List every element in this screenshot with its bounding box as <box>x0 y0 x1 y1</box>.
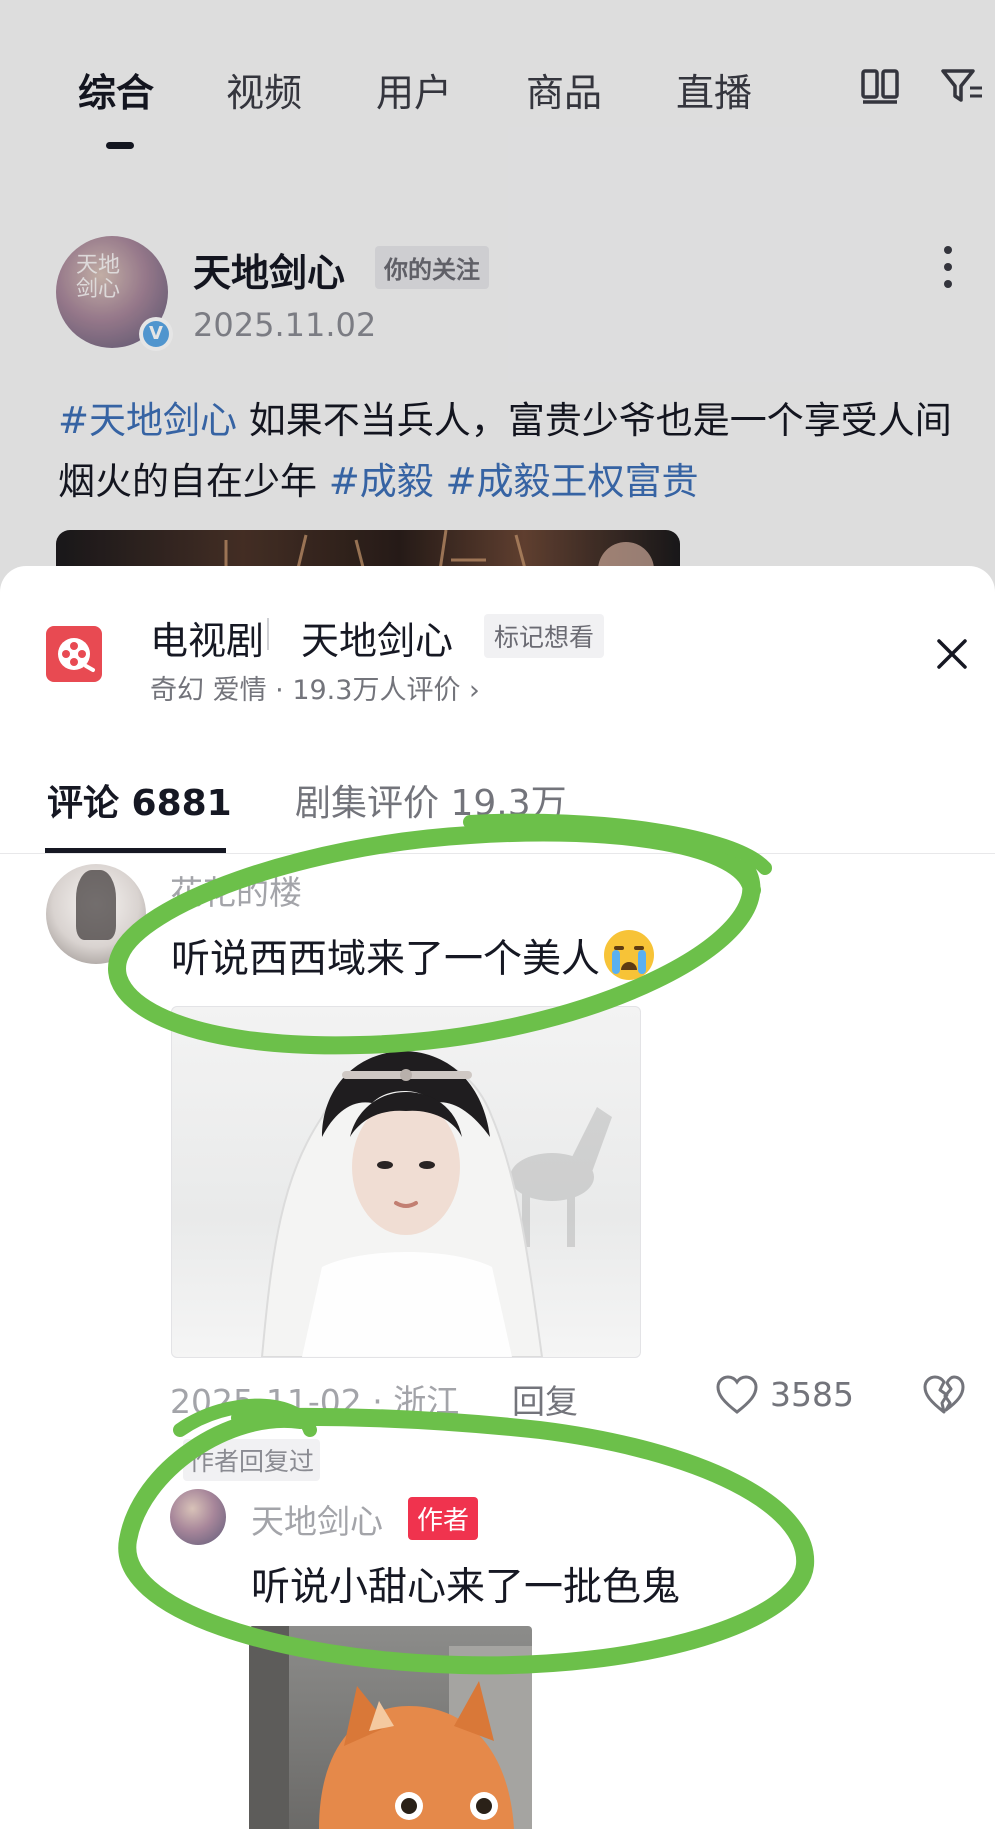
reply-text: 听说小甜心来了一批色鬼 <box>251 1565 681 1610</box>
dim-overlay[interactable] <box>0 0 995 600</box>
divider <box>0 853 995 854</box>
drama-title[interactable]: 天地剑心 <box>301 610 453 665</box>
commenter-avatar[interactable] <box>46 864 146 964</box>
like-count: 3585 <box>770 1375 854 1414</box>
reply-image[interactable] <box>249 1626 532 1829</box>
reply-username[interactable]: 天地剑心 <box>251 1495 383 1543</box>
comment-date-location: 2025-11-02 · 浙江 <box>170 1382 460 1421</box>
close-icon[interactable] <box>934 636 970 672</box>
like-heart-icon[interactable] <box>714 1372 760 1418</box>
drama-type-label: 电视剧 <box>150 619 265 663</box>
comment-image[interactable] <box>171 1006 641 1358</box>
crying-emoji-icon <box>604 930 655 980</box>
drama-film-icon <box>46 626 102 682</box>
author-tag-badge: 作者 <box>408 1497 479 1540</box>
title-separator <box>267 618 269 650</box>
author-replied-badge: 作者回复过 <box>183 1439 321 1481</box>
want-to-watch-button[interactable]: 标记想看 <box>484 614 605 658</box>
comment-text: 听说西西域来了一个美人 <box>171 928 655 984</box>
tab-episode-reviews[interactable]: 剧集评价 19.3万 <box>295 774 567 826</box>
reply-author-avatar[interactable] <box>170 1489 226 1545</box>
tab-comments[interactable]: 评论 6881 <box>47 774 232 826</box>
drama-meta[interactable]: 奇幻 爱情 · 19.3万人评价 › <box>150 668 480 707</box>
comment-sheet: 电视剧 天地剑心 标记想看 奇幻 爱情 · 19.3万人评价 › 评论 6881… <box>0 566 995 1829</box>
reply-button[interactable]: 回复 <box>512 1375 578 1423</box>
dislike-broken-heart-icon[interactable] <box>921 1372 967 1418</box>
commenter-username[interactable]: 花花的楼 <box>170 866 302 914</box>
comment-text-body: 听说西西域来了一个美人 <box>171 937 601 982</box>
